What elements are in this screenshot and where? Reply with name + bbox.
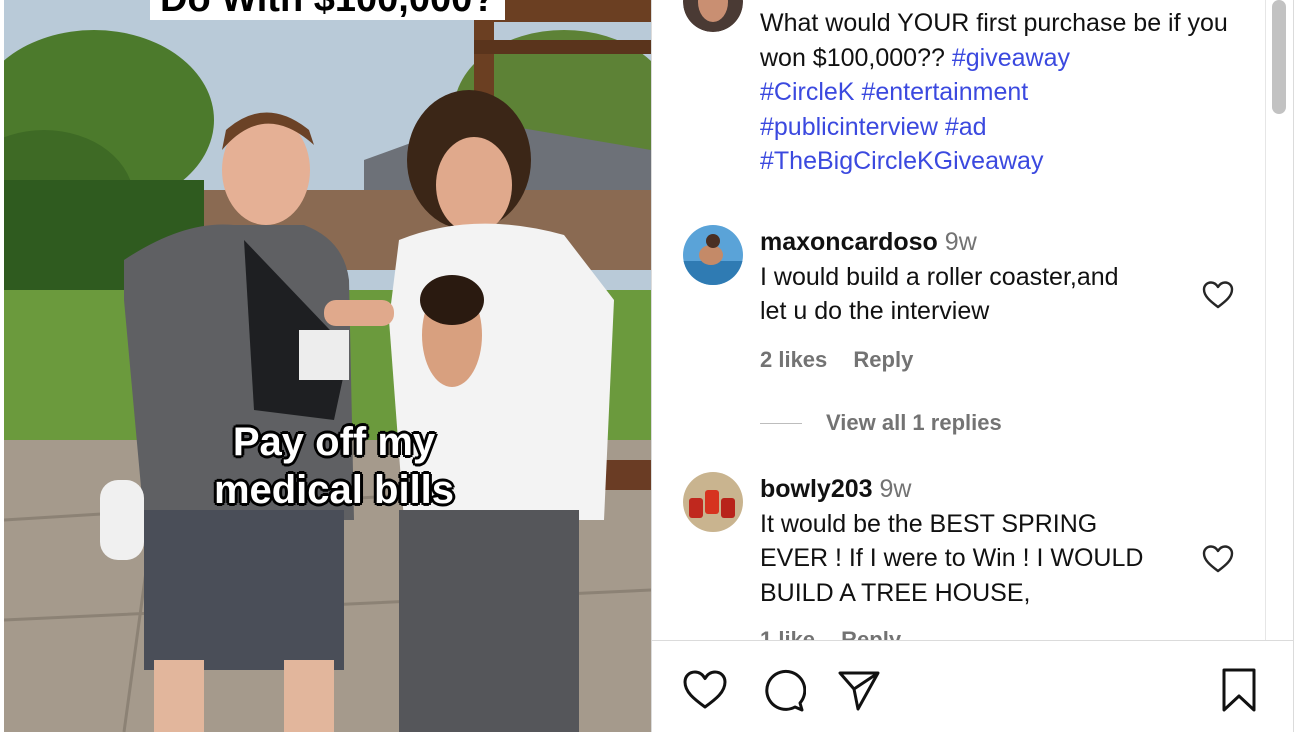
- post-caption: What would YOUR first purchase be if you…: [760, 6, 1240, 179]
- view-replies-label[interactable]: View all 1 replies: [826, 410, 1002, 436]
- comment-meta: 1 like Reply: [760, 627, 921, 640]
- comments-panel[interactable]: What would YOUR first purchase be if you…: [652, 0, 1264, 640]
- comment-like-heart-icon[interactable]: [1202, 544, 1234, 574]
- comment-item: maxoncardoso 9w I would build a roller c…: [760, 225, 1190, 329]
- comment-text: EVER ! If I were to Win ! I WOULD: [760, 544, 1144, 572]
- comment-time: 9w: [879, 475, 912, 503]
- comment-username[interactable]: bowly203: [760, 475, 873, 503]
- comment-likes-count[interactable]: 1 like: [760, 627, 815, 640]
- author-avatar[interactable]: [683, 0, 743, 32]
- post-photo: [4, 0, 651, 732]
- comment-text: let u do the interview: [760, 297, 990, 325]
- heart-icon[interactable]: [682, 667, 728, 713]
- hashtag-link[interactable]: #entertainment: [861, 78, 1028, 106]
- scrollbar-track[interactable]: [1265, 0, 1266, 640]
- comment-reply-button[interactable]: Reply: [853, 347, 913, 372]
- video-caption-overlay: Pay off my medical bills: [213, 420, 455, 512]
- comment-text: I would build a roller coaster,and: [760, 262, 1119, 291]
- comment-text: It would be the BEST SPRING: [760, 509, 1098, 538]
- hashtag-link[interactable]: #publicinterview: [760, 113, 938, 141]
- video-caption-top: Do With $100,000?: [150, 0, 506, 20]
- commenter-avatar[interactable]: [683, 225, 743, 285]
- action-bar-divider: [652, 640, 1294, 641]
- comment-like-heart-icon[interactable]: [1202, 280, 1234, 310]
- hashtag-link[interactable]: #ad: [945, 113, 987, 141]
- comment-username[interactable]: maxoncardoso: [760, 228, 938, 256]
- comment-time: 9w: [944, 228, 977, 256]
- comment-item: bowly203 9w It would be the BEST SPRING …: [760, 472, 1190, 610]
- send-icon[interactable]: [836, 667, 882, 713]
- panel-border: [1293, 0, 1294, 732]
- hashtag-link[interactable]: #giveaway: [952, 44, 1070, 72]
- comment-reply-button[interactable]: Reply: [841, 627, 901, 640]
- hashtag-link[interactable]: #CircleK: [760, 78, 854, 106]
- commenter-avatar[interactable]: [683, 472, 743, 532]
- post-media[interactable]: Do With $100,000? Pay off my medical bil…: [4, 0, 651, 732]
- comment-meta: 2 likes Reply: [760, 347, 933, 373]
- comment-text: BUILD A TREE HOUSE,: [760, 578, 1031, 607]
- hashtag-link[interactable]: #TheBigCircleKGiveaway: [760, 147, 1043, 175]
- comment-icon[interactable]: [760, 667, 806, 713]
- bookmark-icon[interactable]: [1216, 667, 1262, 713]
- view-replies-button[interactable]: View all 1 replies: [760, 410, 1002, 436]
- scrollbar-thumb[interactable]: [1272, 0, 1286, 114]
- comment-likes-count[interactable]: 2 likes: [760, 347, 827, 372]
- replies-divider-line: [760, 422, 802, 424]
